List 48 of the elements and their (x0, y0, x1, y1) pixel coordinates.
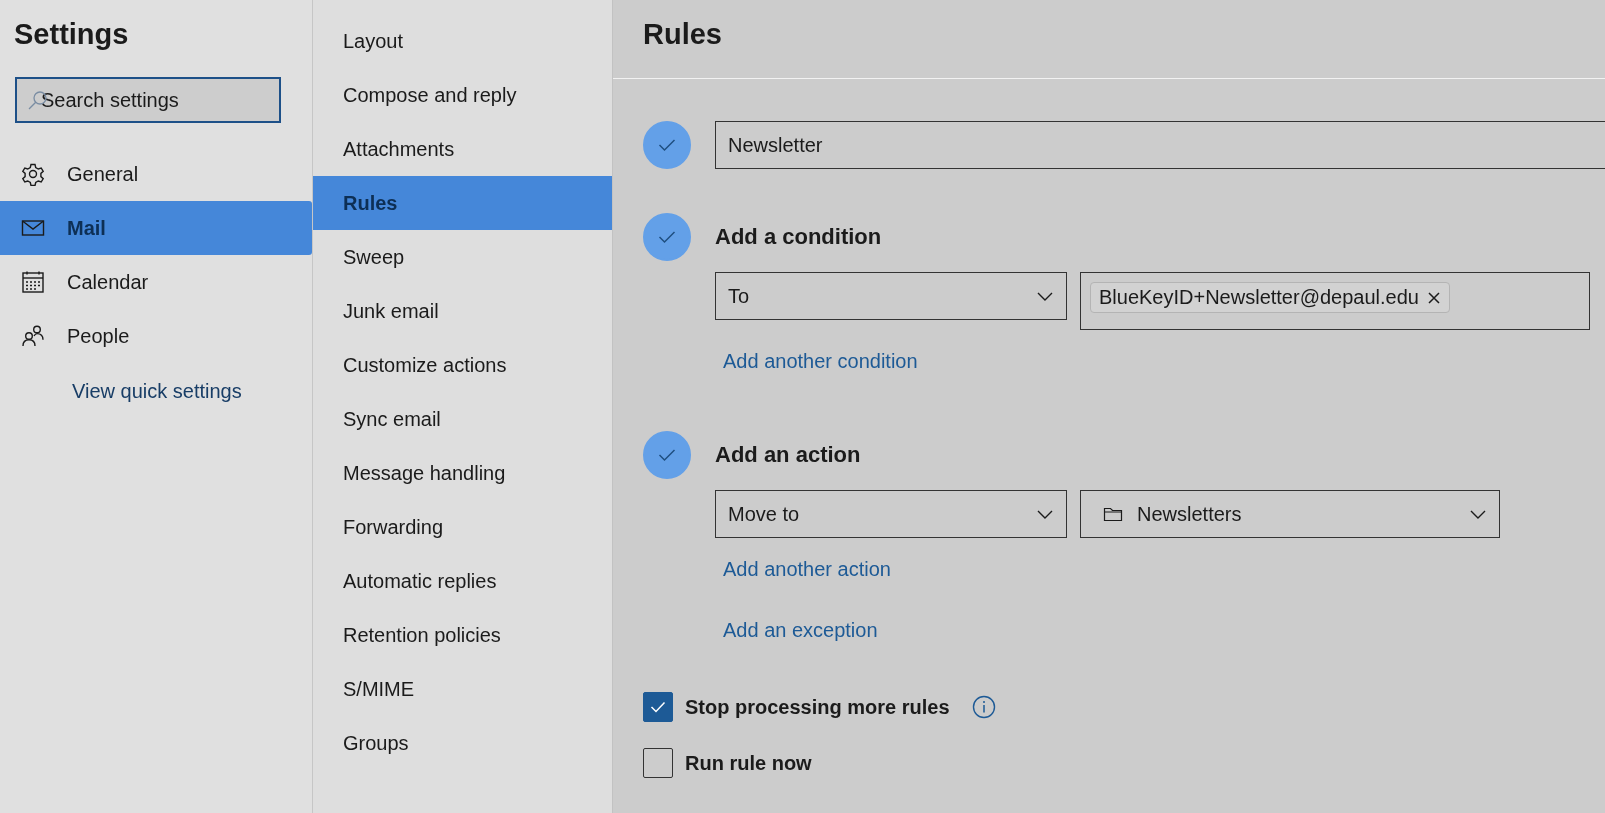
submenu-item[interactable]: Customize actions (313, 338, 612, 392)
chevron-down-icon (1036, 508, 1054, 520)
rule-name-field[interactable]: Newsletter (715, 121, 1605, 169)
nav-item[interactable]: Calendar (0, 255, 312, 309)
submenu-item[interactable]: Groups (313, 716, 612, 770)
recipient-field[interactable]: BlueKeyID+Newsletter@depaul.edu (1080, 272, 1590, 330)
people-icon (21, 324, 45, 348)
submenu-item[interactable]: Sweep (313, 230, 612, 284)
submenu-item[interactable]: Sync email (313, 392, 612, 446)
folder-icon (1103, 505, 1123, 523)
checkbox[interactable] (643, 748, 673, 778)
checkmark-icon (650, 701, 666, 713)
recipient-address: BlueKeyID+Newsletter@depaul.edu (1099, 286, 1419, 309)
checkbox[interactable] (643, 692, 673, 722)
info-icon[interactable] (971, 695, 996, 719)
close-icon (1426, 290, 1441, 305)
search-field[interactable]: Search settings (15, 77, 281, 123)
add-link[interactable]: Add another condition (723, 350, 1605, 373)
calendar-icon (21, 270, 45, 294)
section-heading: Add a condition (715, 223, 883, 251)
submenu-item[interactable]: Message handling (313, 446, 612, 500)
quick-settings-link[interactable]: View quick settings (72, 380, 242, 403)
rules-title: Rules (643, 18, 723, 51)
submenu-item[interactable]: Rules (313, 176, 612, 230)
chevron-down-icon (1036, 290, 1054, 302)
section-heading: Add an action (715, 441, 862, 469)
submenu-item[interactable]: Forwarding (313, 500, 612, 554)
gear-icon (21, 162, 45, 186)
submenu-item[interactable]: S/MIME (313, 662, 612, 716)
condition-type-dropdown[interactable]: To (715, 272, 1067, 320)
add-link[interactable]: Add an exception (723, 619, 1605, 642)
submenu-item[interactable]: Attachments (313, 122, 612, 176)
settings-title: Settings (13, 18, 130, 52)
checkbox-label: Stop processing more rules (685, 695, 950, 719)
chevron-down-icon (1469, 508, 1487, 520)
nav-item[interactable]: General (0, 147, 312, 201)
folder-dropdown[interactable]: Newsletters (1080, 490, 1500, 538)
nav-item[interactable]: Mail (0, 201, 312, 255)
submenu-item[interactable]: Layout (313, 14, 612, 68)
submenu-item[interactable]: Retention policies (313, 608, 612, 662)
submenu-item[interactable]: Compose and reply (313, 68, 612, 122)
checkbox-label: Run rule now (685, 751, 812, 775)
submenu-item[interactable]: Junk email (313, 284, 612, 338)
action-type-dropdown[interactable]: Move to (715, 490, 1067, 538)
nav-item[interactable]: People (0, 309, 312, 363)
add-link[interactable]: Add another action (723, 558, 1605, 581)
submenu-item[interactable]: Automatic replies (313, 554, 612, 608)
recipient-chip[interactable]: BlueKeyID+Newsletter@depaul.edu (1090, 282, 1450, 313)
